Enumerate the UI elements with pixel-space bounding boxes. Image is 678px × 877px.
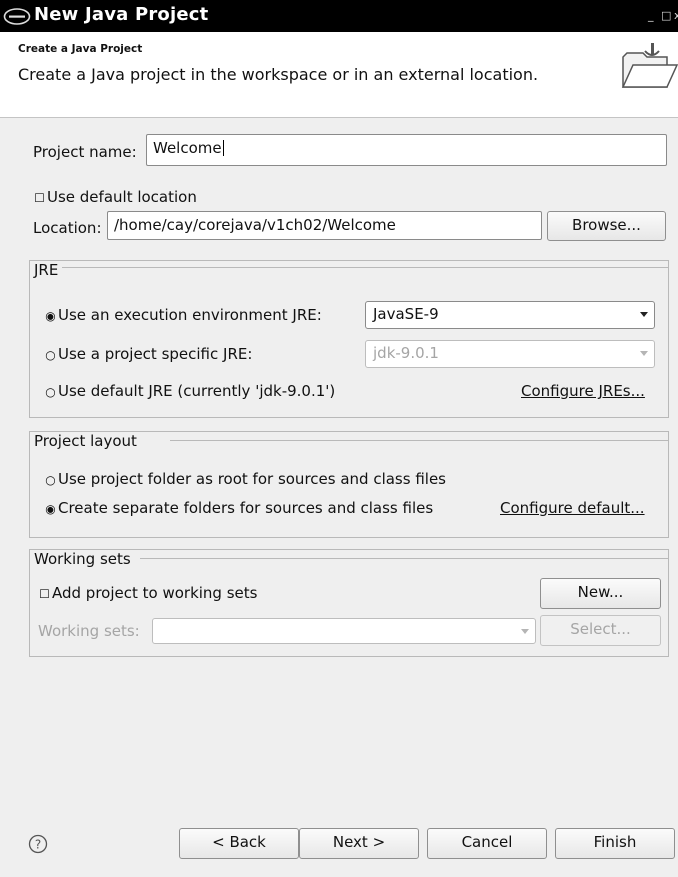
wizard-title: Create a Java Project [18, 43, 143, 55]
checkbox-icon: ☐ [39, 587, 50, 601]
add-to-working-sets-label: Add project to working sets [52, 584, 258, 602]
location-value: /home/cay/corejava/v1ch02/Welcome [114, 216, 396, 234]
chevron-down-icon [521, 629, 529, 634]
configure-jres-link[interactable]: Configure JREs... [521, 382, 645, 400]
java-project-folder-icon [621, 43, 678, 88]
location-label: Location: [33, 219, 102, 237]
working-sets-select[interactable] [152, 618, 536, 644]
working-sets-group-title: Working sets [34, 550, 135, 568]
chevron-down-icon [640, 351, 648, 356]
wizard-header: Create a Java Project Create a Java proj… [0, 32, 678, 118]
next-button[interactable]: Next > [299, 828, 419, 859]
project-name-value: Welcome [153, 139, 222, 157]
jre-option-label: Use a project specific JRE: [58, 345, 253, 363]
execution-env-value: JavaSE-9 [373, 305, 439, 323]
use-default-location-checkbox[interactable]: ☐ Use default location [33, 188, 197, 206]
cancel-button[interactable]: Cancel [427, 828, 547, 859]
jre-option-label: Use an execution environment JRE: [58, 306, 322, 324]
jre-group-title: JRE [34, 261, 63, 279]
finish-button[interactable]: Finish [555, 828, 675, 859]
new-working-set-button[interactable]: New... [540, 578, 661, 609]
project-layout-group-title: Project layout [34, 432, 141, 450]
window-titlebar: New Java Project _ □ x [0, 0, 678, 32]
project-specific-jre-select[interactable]: jdk-9.0.1 [365, 340, 655, 368]
window-menu-icon[interactable] [3, 8, 31, 25]
jre-radio-project-specific[interactable]: ○ Use a project specific JRE: [44, 345, 252, 363]
working-sets-title-line [140, 558, 669, 559]
jre-option-label: Use default JRE (currently 'jdk-9.0.1') [58, 382, 336, 400]
project-specific-jre-value: jdk-9.0.1 [373, 344, 439, 362]
text-caret [222, 140, 224, 156]
select-working-sets-button[interactable]: Select... [540, 615, 661, 646]
layout-radio-root-folder[interactable]: ○ Use project folder as root for sources … [44, 470, 446, 488]
use-default-location-label: Use default location [47, 188, 197, 206]
chevron-down-icon [640, 312, 648, 317]
jre-radio-default[interactable]: ○ Use default JRE (currently 'jdk-9.0.1') [44, 382, 335, 400]
radio-unselected-icon: ○ [45, 348, 56, 362]
project-name-input[interactable]: Welcome [146, 134, 667, 166]
radio-unselected-icon: ○ [45, 473, 56, 487]
project-name-label: Project name: [33, 143, 137, 161]
maximize-button[interactable]: □ [661, 9, 671, 22]
radio-selected-icon: ◉ [45, 502, 56, 516]
jre-radio-execution-env[interactable]: ◉ Use an execution environment JRE: [44, 306, 322, 324]
layout-option-label: Use project folder as root for sources a… [58, 470, 446, 488]
radio-selected-icon: ◉ [45, 309, 56, 323]
radio-unselected-icon: ○ [45, 385, 56, 399]
browse-button[interactable]: Browse... [547, 211, 666, 241]
layout-option-label: Create separate folders for sources and … [58, 499, 434, 517]
configure-default-link[interactable]: Configure default... [500, 499, 645, 517]
minimize-button[interactable]: _ [648, 9, 654, 22]
window-title: New Java Project [34, 4, 209, 25]
jre-group-title-line [62, 267, 669, 268]
back-button[interactable]: < Back [179, 828, 299, 859]
location-input[interactable]: /home/cay/corejava/v1ch02/Welcome [107, 211, 542, 240]
wizard-description: Create a Java project in the workspace o… [18, 65, 539, 84]
working-sets-label: Working sets: [38, 622, 140, 640]
layout-radio-separate-folders[interactable]: ◉ Create separate folders for sources and… [44, 499, 433, 517]
layout-group-title-line [170, 440, 669, 441]
close-button[interactable]: x [674, 9, 678, 22]
help-icon[interactable]: ? [28, 834, 48, 854]
execution-env-select[interactable]: JavaSE-9 [365, 301, 655, 329]
add-to-working-sets-checkbox[interactable]: ☐ Add project to working sets [38, 584, 257, 602]
checkbox-icon: ☐ [34, 191, 45, 205]
svg-text:?: ? [35, 838, 41, 852]
wizard-content: Project name: Welcome ☐ Use default locat… [0, 118, 678, 818]
wizard-footer: ? < Back Next > Cancel Finish [0, 818, 678, 877]
